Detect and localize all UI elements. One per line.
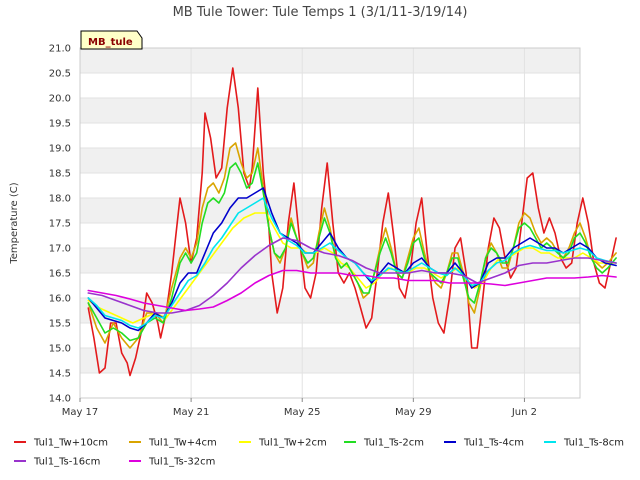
plot-band xyxy=(80,148,580,173)
legend-label: Tul1_Ts-4cm xyxy=(463,438,524,449)
legend-label: Tul1_Ts-2cm xyxy=(363,438,424,449)
y-tick-label: 18.0 xyxy=(49,194,71,205)
station-badge-label: MB_tule xyxy=(88,37,133,48)
y-tick-label: 19.5 xyxy=(49,119,71,130)
legend-item: Tul1_Ts-2cm xyxy=(344,438,424,449)
y-tick-label: 18.5 xyxy=(49,169,71,180)
y-tick-label: 15.0 xyxy=(49,344,71,355)
plot-band xyxy=(80,373,580,398)
plot-band xyxy=(80,323,580,348)
x-tick-label: May 29 xyxy=(395,407,432,418)
y-tick-label: 16.0 xyxy=(49,294,71,305)
plot-band xyxy=(80,198,580,223)
y-axis: 14.0 14.5 15.0 15.5 16.0 16.5 17.0 17.5 18.0 18.5… xyxy=(49,44,71,405)
y-tick-label: 21.0 xyxy=(49,44,71,55)
y-tick-label: 14.0 xyxy=(49,394,71,405)
legend-item: Tul1_Tw+10cm xyxy=(14,438,108,449)
plot-band xyxy=(80,73,580,98)
x-tick-label: May 21 xyxy=(173,407,210,418)
legend: Tul1_Tw+10cm Tul1_Tw+4cm Tul1_Tw+2cm Tul1_T… xyxy=(14,438,624,468)
legend-item: Tul1_Ts-8cm xyxy=(544,438,624,449)
x-tick-label: May 25 xyxy=(284,407,321,418)
legend-item: Tul1_Tw+2cm xyxy=(239,438,327,449)
legend-label: Tul1_Tw+2cm xyxy=(258,438,327,449)
y-tick-label: 20.0 xyxy=(49,94,71,105)
plot-band xyxy=(80,48,580,73)
y-tick-label: 16.5 xyxy=(49,269,71,280)
plot-band xyxy=(80,123,580,148)
y-axis-label: Temperature (C) xyxy=(9,182,20,264)
plot-band xyxy=(80,98,580,123)
x-tick-label: Jun 2 xyxy=(511,407,537,418)
legend-label: Tul1_Ts-16cm xyxy=(33,457,100,468)
station-badge: MB_tule xyxy=(80,30,143,50)
y-tick-label: 15.5 xyxy=(49,319,71,330)
x-tick-label: May 17 xyxy=(62,407,99,418)
legend-item: Tul1_Tw+4cm xyxy=(129,438,217,449)
chart: MB Tule Tower: Tule Temps 1 (3/1/11-3/19… xyxy=(9,5,624,468)
legend-item: Tul1_Ts-4cm xyxy=(444,438,524,449)
y-tick-label: 17.0 xyxy=(49,244,71,255)
y-tick-label: 17.5 xyxy=(49,219,71,230)
legend-label: Tul1_Ts-8cm xyxy=(563,438,624,449)
chart-title: MB Tule Tower: Tule Temps 1 (3/1/11-3/19… xyxy=(173,5,468,20)
x-axis: May 17 May 21 May 25 May 29 Jun 2 xyxy=(62,398,537,418)
y-tick-label: 14.5 xyxy=(49,369,71,380)
legend-label: Tul1_Tw+4cm xyxy=(148,438,217,449)
plot-band xyxy=(80,348,580,373)
legend-label: Tul1_Ts-32cm xyxy=(148,457,215,468)
legend-item: Tul1_Ts-16cm xyxy=(14,457,100,468)
y-tick-label: 19.0 xyxy=(49,144,71,155)
legend-item: Tul1_Ts-32cm xyxy=(129,457,215,468)
legend-label: Tul1_Tw+10cm xyxy=(33,438,108,449)
y-tick-label: 20.5 xyxy=(49,69,71,80)
